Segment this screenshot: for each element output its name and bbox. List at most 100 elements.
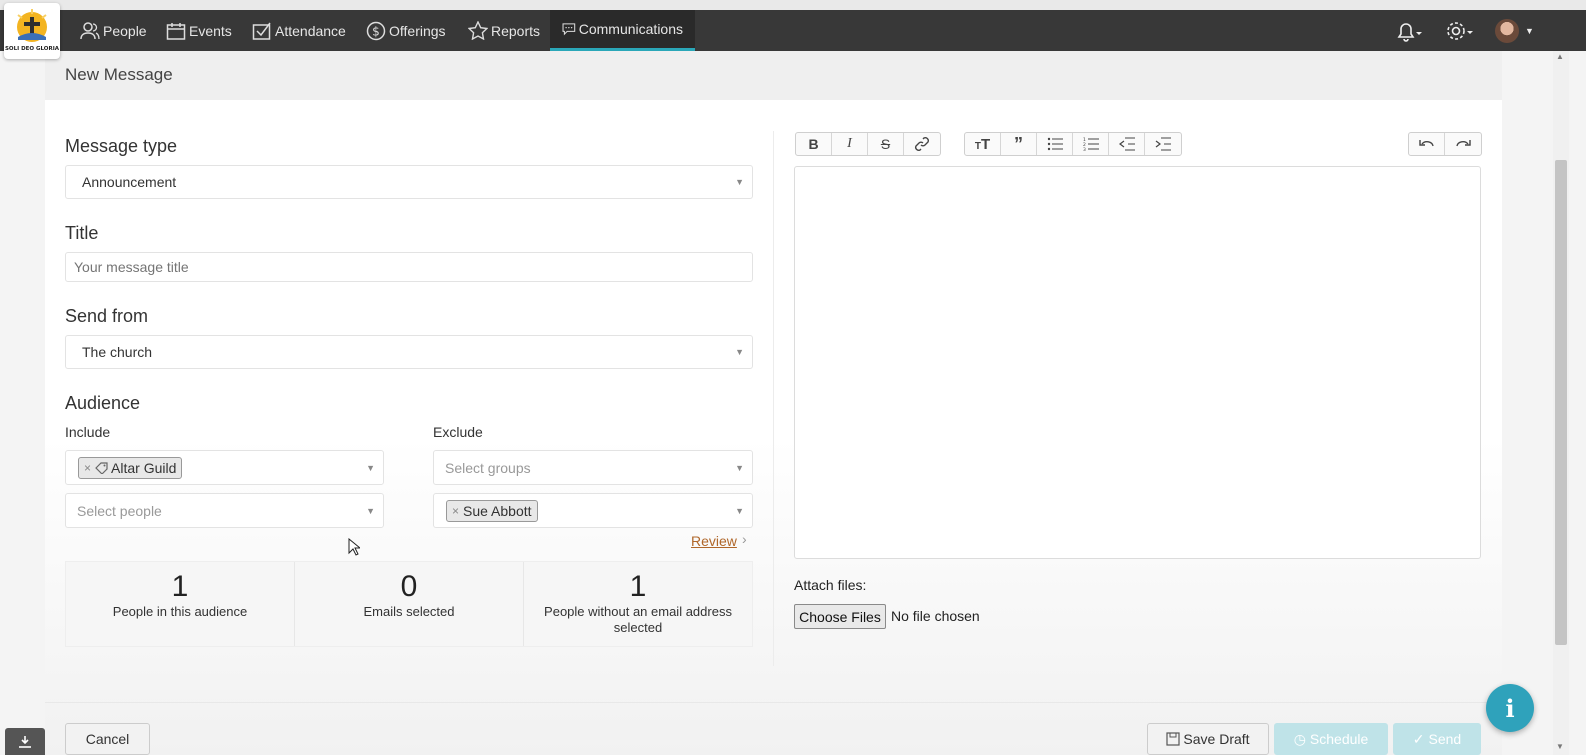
- stat-people-in-audience: 1 People in this audience: [66, 562, 295, 646]
- stat-emails-selected: 0 Emails selected: [295, 562, 524, 646]
- caret-down-icon: ▼: [735, 347, 744, 357]
- cancel-button[interactable]: Cancel: [65, 723, 150, 755]
- quote-icon: ”: [1014, 134, 1023, 154]
- nav-events-label: Events: [189, 22, 232, 39]
- remove-tag-icon[interactable]: ×: [84, 461, 91, 475]
- italic-icon: I: [847, 136, 852, 151]
- stat-label: Emails selected: [363, 604, 455, 619]
- outdent-icon: [1118, 137, 1135, 151]
- nav-attendance[interactable]: Attendance: [252, 10, 346, 51]
- heading-icon: TT: [974, 135, 991, 153]
- stat-value: 0: [400, 570, 418, 603]
- footer-divider: [45, 702, 1502, 703]
- send-from-select[interactable]: The church ▼: [65, 335, 753, 369]
- history-toolbar: [1408, 132, 1482, 156]
- logo-emblem: SOLI DEO GLORIA: [5, 9, 60, 52]
- user-menu[interactable]: ▼: [1495, 10, 1534, 51]
- include-group-name: Altar Guild: [111, 459, 177, 476]
- caret-down-icon: ▼: [735, 505, 744, 516]
- page-title: New Message: [65, 65, 173, 84]
- indent-icon: [1155, 137, 1171, 151]
- strikethrough-icon: S: [880, 136, 891, 152]
- check-icon: ✓: [1412, 730, 1425, 747]
- chevron-right-icon: ›: [742, 531, 747, 547]
- format-toolbar: B I S: [795, 132, 941, 156]
- avatar: [1495, 18, 1519, 43]
- strikethrough-button[interactable]: S: [868, 133, 904, 155]
- nav-communications-label: Communications: [578, 21, 683, 37]
- checkbox-icon: [252, 22, 271, 40]
- nav-people-label: People: [103, 22, 147, 39]
- attach-files-label: Attach files:: [794, 577, 867, 593]
- undo-button[interactable]: [1409, 133, 1445, 155]
- nav-reports-label: Reports: [491, 22, 541, 39]
- exclude-person-tag: × Sue Abbott: [446, 499, 538, 522]
- stat-label: People without an email address selected: [544, 604, 732, 635]
- quote-button[interactable]: ”: [1001, 133, 1037, 155]
- top-navbar: People Events Attendance $ Offerings Rep…: [0, 10, 1586, 51]
- redo-button[interactable]: [1445, 133, 1481, 155]
- send-label: Send: [1428, 731, 1462, 747]
- title-label: Title: [65, 223, 99, 243]
- calendar-icon: [166, 22, 186, 40]
- include-people-placeholder: Select people: [77, 502, 162, 519]
- include-people-select[interactable]: Select people ▼: [65, 493, 384, 528]
- message-type-value: Announcement: [82, 174, 177, 190]
- exclude-groups-select[interactable]: Select groups ▼: [433, 450, 753, 485]
- scroll-up-icon[interactable]: ▲: [1556, 52, 1564, 61]
- nav-events[interactable]: Events: [166, 10, 232, 51]
- save-icon: [1166, 732, 1181, 746]
- italic-button[interactable]: I: [832, 133, 868, 155]
- church-logo[interactable]: SOLI DEO GLORIA: [4, 3, 60, 59]
- redo-icon: [1456, 140, 1471, 147]
- choose-files-button[interactable]: Choose Files: [794, 604, 886, 629]
- nav-offerings-label: Offerings: [389, 22, 446, 39]
- numbered-list-button[interactable]: 123: [1073, 133, 1109, 155]
- link-button[interactable]: [904, 133, 940, 155]
- notifications-button[interactable]: [1395, 10, 1423, 51]
- audience-stats: 1 People in this audience 0 Emails selec…: [65, 561, 753, 647]
- exclude-people-select[interactable]: × Sue Abbott ▼: [433, 493, 753, 528]
- message-type-select[interactable]: Announcement ▼: [65, 165, 753, 199]
- scrollbar-thumb[interactable]: [1555, 160, 1567, 645]
- title-input[interactable]: [65, 252, 753, 282]
- indent-button[interactable]: [1145, 133, 1181, 155]
- chevron-down-icon: ▼: [1525, 25, 1534, 36]
- scroll-down-icon[interactable]: ▼: [1556, 742, 1564, 751]
- svg-text:3: 3: [1083, 147, 1086, 151]
- include-groups-select[interactable]: × Altar Guild ▼: [65, 450, 384, 485]
- caret-down-icon: ▼: [735, 177, 744, 187]
- send-button[interactable]: ✓ Send: [1393, 723, 1481, 755]
- settings-button[interactable]: [1445, 10, 1475, 51]
- svg-text:SOLI DEO GLORIA: SOLI DEO GLORIA: [5, 46, 60, 52]
- heading-button[interactable]: TT: [965, 133, 1001, 155]
- outdent-button[interactable]: [1109, 133, 1145, 155]
- coin-icon: $: [366, 21, 386, 40]
- message-body-editor[interactable]: [794, 166, 1481, 559]
- save-draft-button[interactable]: Save Draft: [1147, 723, 1269, 755]
- exclude-person-name: Sue Abbott: [463, 502, 532, 519]
- remove-tag-icon[interactable]: ×: [452, 504, 459, 518]
- nav-reports[interactable]: Reports: [468, 10, 540, 51]
- info-icon: i: [1505, 693, 1515, 723]
- stat-label: People in this audience: [112, 604, 248, 619]
- schedule-button[interactable]: ◷ Schedule: [1274, 723, 1388, 755]
- bell-icon: [1397, 22, 1422, 42]
- bullet-list-icon: [1047, 137, 1063, 151]
- include-group-tag: × Altar Guild: [78, 456, 183, 479]
- bullet-list-button[interactable]: [1037, 133, 1073, 155]
- chat-icon: [562, 23, 576, 36]
- nav-communications[interactable]: Communications: [550, 10, 695, 51]
- page-header: New Message: [45, 51, 1502, 100]
- nav-offerings[interactable]: $ Offerings: [366, 10, 446, 51]
- help-chat-button[interactable]: i: [1486, 684, 1534, 732]
- gear-icon: [1447, 21, 1473, 40]
- caret-down-icon: ▼: [366, 505, 375, 516]
- bold-button[interactable]: B: [796, 133, 832, 155]
- review-link[interactable]: Review: [691, 533, 737, 549]
- download-button[interactable]: [5, 728, 45, 755]
- browser-top-strip: [0, 0, 1586, 10]
- nav-people[interactable]: People: [80, 10, 147, 51]
- star-icon: [468, 21, 488, 40]
- message-type-label: Message type: [65, 136, 178, 156]
